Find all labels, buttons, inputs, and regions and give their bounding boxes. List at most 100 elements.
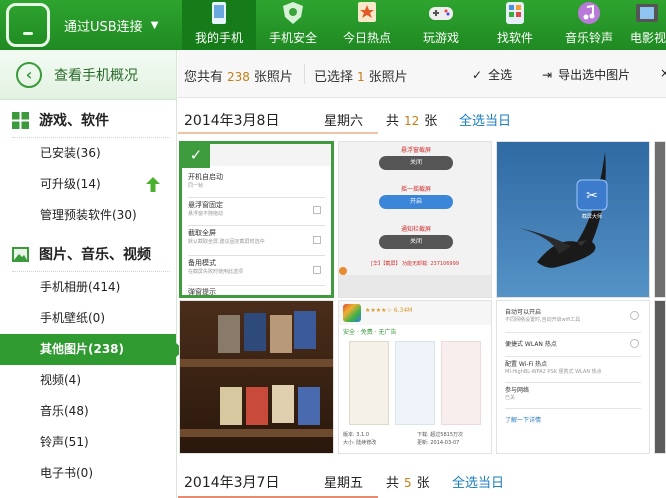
app-rating: ★★★★☆ 6.34M — [365, 307, 413, 314]
thumb-footer — [339, 275, 491, 297]
photo-thumbnail[interactable]: 悬浮窗截屏 关闭 摇一摇截屏 开启 通知栏截屏 关闭 [华】【截屏】 功能无卸载… — [338, 141, 492, 298]
list-row: 参与网络 已关 — [505, 385, 641, 409]
photo-toolbar: 您共有 238 张照片 已选择 1 张照片 ✓ 全选 ⇥ 导出选中图片 × — [178, 50, 666, 98]
nav-tab-label: 手机安全 — [268, 31, 317, 45]
sidebar-section-media: 图片、音乐、视频 — [0, 237, 176, 271]
nav-tab-label: 音乐铃声 — [564, 31, 613, 45]
photo-thumbnail[interactable]: ★★★★☆ 6.34M 安全 · 免费 · 无广告 版本: 3.1.0 大小: … — [338, 300, 492, 454]
photo-thumbnail[interactable]: ✓ 开机自启动 同一帧 悬浮窗固定 悬浮窗不随拖动 截取全屏 默认截取全屏,建议… — [179, 141, 334, 298]
device-connection[interactable]: 通过USB连接 ▼ — [0, 0, 182, 50]
settings-row: 截取全屏 默认截取全屏,建议固定截屏时选中 — [188, 228, 325, 256]
sidebar-item-music[interactable]: 音乐(48) — [0, 396, 176, 427]
sidebar: ‹ 查看手机概况 游戏、软件 已安装(36) 可升级(14) 管理预装软件(30… — [0, 50, 184, 498]
count-prefix: 共 — [386, 114, 400, 129]
toggle-label: 通知栏截屏 — [400, 226, 431, 233]
photo-thumbnail[interactable]: 自动可以开启 不同网络设置时,自动开启wifi工具 便捷式 WLAN 热点 配置… — [496, 300, 650, 454]
book-cover — [246, 387, 268, 425]
total-count: 238 — [227, 70, 250, 84]
radio-icon — [630, 339, 639, 348]
app-badges: 安全 · 免费 · 无广告 — [343, 329, 397, 336]
settings-row-sub: 默认截取全屏,建议固定截屏时选中 — [188, 239, 265, 245]
settings-row: 弹窗提示 — [188, 287, 325, 296]
nav-tab-label: 今日热点 — [342, 31, 391, 45]
sidebar-item-upgradable[interactable]: 可升级(14) — [0, 169, 176, 200]
export-selected-button[interactable]: ⇥ 导出选中图片 — [542, 66, 630, 83]
film-icon — [636, 4, 658, 22]
list-row-sub: 已关 — [505, 395, 516, 401]
apps-grid-icon — [12, 111, 29, 129]
app-logo-icon — [343, 304, 361, 322]
phone-overview-button[interactable]: ‹ 查看手机概况 — [0, 50, 176, 100]
list-row-title: 配置 Wi-Fi 热点 — [505, 361, 548, 368]
book-cover — [270, 315, 292, 353]
group-date: 2014年3月7日 — [184, 475, 280, 491]
sidebar-item-other-images[interactable]: 其他图片(238) — [0, 334, 184, 365]
sidebar-item-preinstalled[interactable]: 管理预装软件(30) — [0, 200, 176, 231]
toggle-setting: 通知栏截屏 关闭 — [376, 224, 456, 251]
book-cover — [272, 385, 294, 423]
nav-tab-music[interactable]: 音乐铃声 — [552, 0, 626, 50]
app-page-header — [339, 301, 491, 325]
list-row-title: 自动可以开启 — [505, 309, 542, 316]
toggle-pill: 开启 — [379, 195, 453, 209]
sidebar-item-video[interactable]: 视频(4) — [0, 365, 176, 396]
group-underline — [178, 132, 378, 134]
select-day-link[interactable]: 全选当日 — [452, 472, 504, 491]
nav-tab-label: 电影视 — [630, 31, 666, 45]
count-suffix: 张 — [424, 114, 438, 129]
photo-thumbnail[interactable] — [179, 300, 334, 454]
book-cover — [294, 311, 316, 349]
sidebar-item-wallpaper[interactable]: 手机壁纸(0) — [0, 303, 176, 334]
nav-tab-security[interactable]: 手机安全 — [256, 0, 330, 50]
device-connection-label: 通过USB连接 — [64, 19, 143, 35]
list-row: 自动可以开启 不同网络设置时,自动开启wifi工具 — [505, 307, 641, 333]
selected-check-icon[interactable]: ✓ — [182, 144, 210, 168]
settings-row-sub: 在截屏失败时使用此选项 — [188, 269, 244, 275]
sidebar-section-title: 图片、音乐、视频 — [39, 247, 151, 263]
settings-row-title: 悬浮窗固定 — [188, 201, 223, 209]
select-all-label: 全选 — [488, 68, 513, 82]
caret-down-icon[interactable]: ▼ — [151, 20, 159, 31]
badge-free: 免费 — [360, 329, 373, 336]
selected-suffix: 张照片 — [368, 70, 408, 85]
bird-photo: ✂ — [519, 152, 608, 268]
group-weekday: 星期五 — [324, 476, 364, 491]
select-all-button[interactable]: ✓ 全选 — [472, 66, 512, 83]
phone-icon — [6, 3, 50, 47]
toolbar-divider — [304, 64, 305, 84]
toggle-setting: 悬浮窗截屏 关闭 — [376, 145, 456, 172]
sidebar-section-title: 游戏、软件 — [39, 113, 109, 129]
toggle-pill: 关闭 — [379, 235, 453, 249]
settings-row-title: 截取全屏 — [188, 229, 216, 237]
count-value: 5 — [404, 476, 412, 490]
settings-row-title: 弹窗提示 — [188, 288, 216, 296]
nav-tab-games[interactable]: 玩游戏 — [404, 0, 478, 50]
total-prefix: 您共有 — [184, 70, 224, 85]
group-weekday: 星期六 — [324, 114, 364, 129]
list-row-title: 参与网络 — [505, 387, 530, 394]
sidebar-item-installed[interactable]: 已安装(36) — [0, 138, 176, 169]
photo-thumbnail[interactable]: ✂ 截屏大师 — [496, 141, 650, 298]
sidebar-item-ebook[interactable]: 电子书(0) — [0, 458, 176, 489]
apps-grid-icon — [506, 2, 524, 24]
toggle-label: 悬浮窗截屏 — [400, 147, 431, 154]
badge-no-ads: 无广告 — [378, 329, 397, 336]
nav-tab-software[interactable]: 找软件 — [478, 0, 552, 50]
sidebar-item-ringtone[interactable]: 铃声(51) — [0, 427, 176, 458]
book-cover — [220, 387, 242, 425]
nav-tab-my-phone[interactable]: 我的手机 — [182, 0, 256, 50]
list-row: 便捷式 WLAN 热点 — [505, 335, 641, 357]
total-photos-text: 您共有 238 张照片 — [184, 66, 293, 85]
photo-thumbnail-partial[interactable] — [654, 300, 666, 454]
selected-count: 1 — [357, 70, 365, 84]
nav-tab-video[interactable]: 电影视 — [626, 0, 666, 50]
toggle-setting: 摇一摇截屏 开启 — [376, 184, 456, 211]
count-value: 12 — [404, 114, 420, 128]
app-updated: 更新: 2014-03-07 — [417, 440, 460, 446]
photo-thumbnail-partial[interactable] — [654, 141, 666, 298]
checkbox-icon — [313, 266, 321, 274]
select-day-link[interactable]: 全选当日 — [459, 110, 511, 129]
sidebar-item-album[interactable]: 手机相册(414) — [0, 272, 176, 303]
more-actions-icon[interactable]: × — [660, 66, 666, 80]
nav-tab-hot-news[interactable]: 今日热点 — [330, 0, 404, 50]
